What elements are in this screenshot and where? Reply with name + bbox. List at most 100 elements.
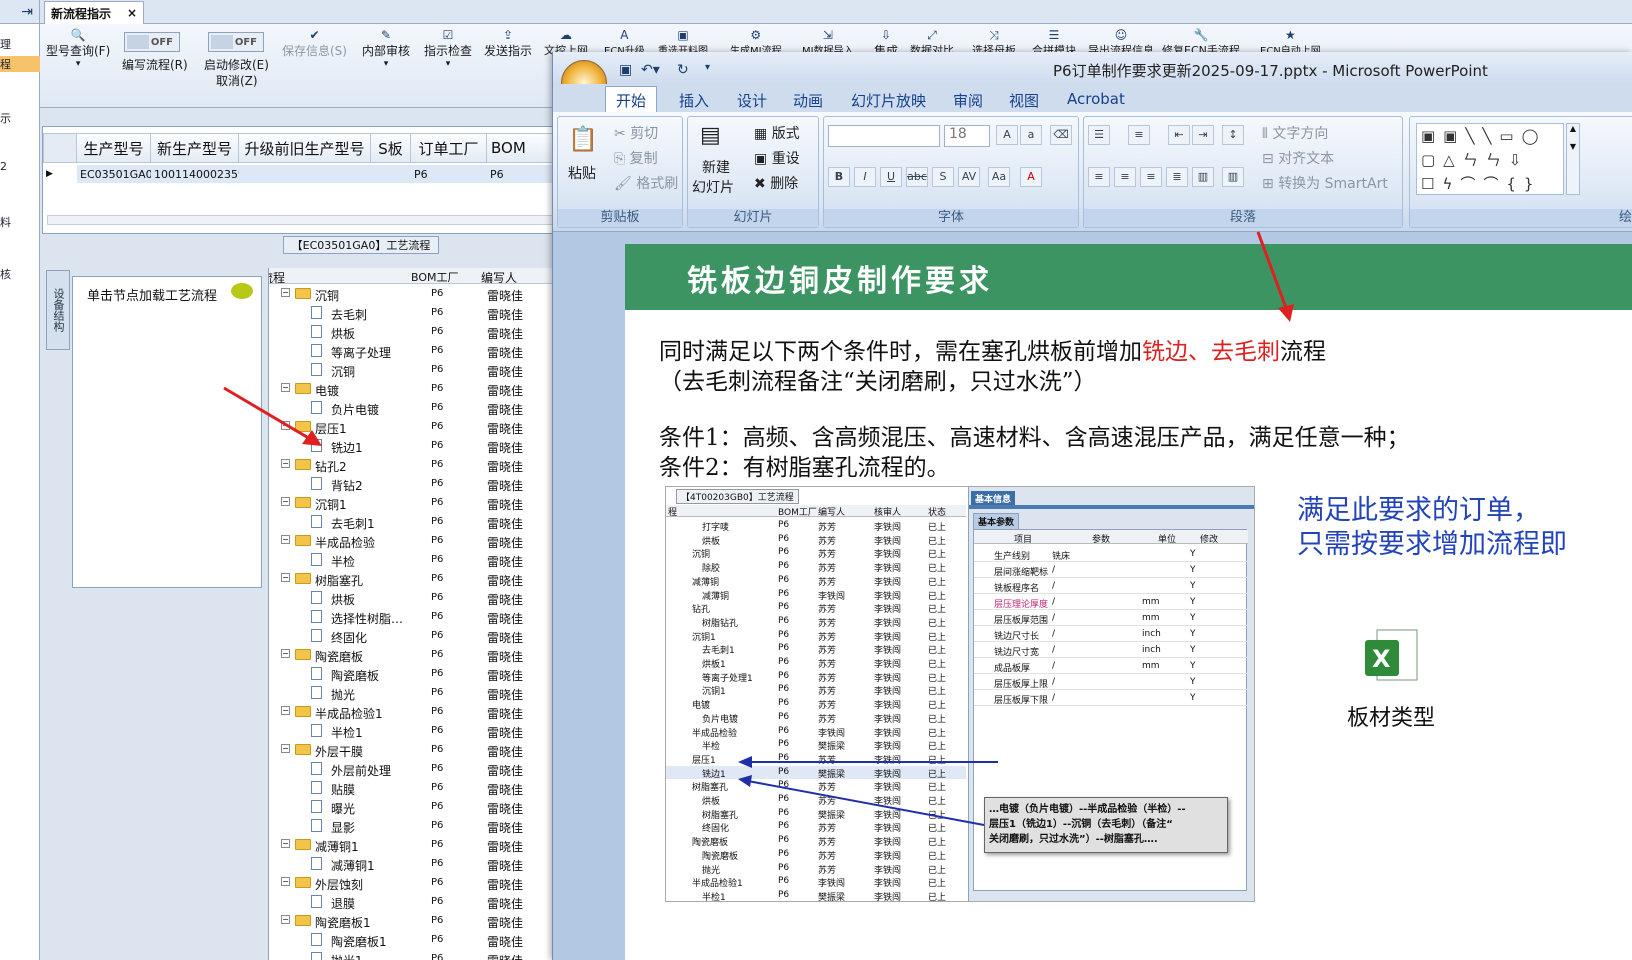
italic-icon[interactable]: I	[854, 167, 876, 187]
grid-cell[interactable]: EC03501GA0	[77, 165, 153, 183]
tree-row[interactable]: 烘板 P6 雷晓佳	[269, 588, 552, 607]
shapes-gallery[interactable]: ▣▣╲╲▭◯ ▢△ㄣㄣ⇩ ☐ϟ⌒⌒{}	[1416, 123, 1564, 195]
grid-cell[interactable]: 10011400023599	[151, 165, 252, 183]
distribute-icon[interactable]: ▥	[1192, 167, 1214, 187]
tree-row[interactable]: − 减薄铜1 P6 雷晓佳	[269, 835, 552, 854]
justify-icon[interactable]: ≣	[1166, 167, 1188, 187]
cut-button[interactable]: ✂ 剪切	[614, 123, 658, 143]
query-button[interactable]: 🔍 型号查询(F) ▾	[46, 28, 110, 69]
redo-icon[interactable]: ↻	[677, 62, 689, 78]
font-size-input[interactable]: 18	[944, 125, 990, 147]
tree-row[interactable]: 背钻2 P6 雷晓佳	[269, 474, 552, 493]
grid-cell[interactable]	[239, 165, 371, 183]
case-icon[interactable]: Aa	[988, 167, 1010, 187]
bullets-icon[interactable]: ☰	[1088, 125, 1110, 145]
collapse-icon[interactable]: −	[281, 839, 290, 848]
tab-insert[interactable]: 插入	[679, 90, 709, 111]
side-tab-structure[interactable]: 设备结构	[46, 270, 70, 350]
tab-view[interactable]: 视图	[1009, 90, 1039, 111]
customize-icon[interactable]: ▾	[705, 62, 710, 73]
columns-icon[interactable]: ▥	[1222, 167, 1244, 187]
grid-header[interactable]: S板	[371, 133, 411, 163]
horizontal-scrollbar[interactable]	[47, 215, 555, 225]
tab-design[interactable]: 设计	[737, 90, 767, 111]
tree-row[interactable]: − 陶瓷磨板1 P6 雷晓佳	[269, 911, 552, 930]
collapse-icon[interactable]: −	[281, 459, 290, 468]
tab-home[interactable]: 开始	[605, 86, 658, 112]
grow-font-icon[interactable]: A	[996, 125, 1018, 145]
shrink-font-icon[interactable]: a	[1020, 125, 1042, 145]
rail-item[interactable]: 示	[0, 110, 11, 126]
tree-row[interactable]: − 半成品检验 P6 雷晓佳	[269, 531, 552, 550]
bold-icon[interactable]: B	[828, 167, 850, 187]
collapse-icon[interactable]: −	[281, 915, 290, 924]
tree-row[interactable]: 选择性树脂… P6 雷晓佳	[269, 607, 552, 626]
rail-item[interactable]: 料	[0, 214, 11, 230]
tree-row[interactable]: − 外层干膜 P6 雷晓佳	[269, 740, 552, 759]
tree-row[interactable]: − 树脂塞孔 P6 雷晓佳	[269, 569, 552, 588]
grid-cell[interactable]: P6	[411, 165, 487, 183]
tree-row[interactable]: 陶瓷磨板 P6 雷晓佳	[269, 664, 552, 683]
font-color-icon[interactable]: A	[1020, 167, 1042, 187]
excel-file-icon[interactable]: X	[1363, 628, 1419, 688]
font-name-input[interactable]	[828, 125, 940, 147]
tab-acrobat[interactable]: Acrobat	[1067, 90, 1125, 108]
rail-item[interactable]: 核	[0, 266, 11, 282]
tree-row[interactable]: − 外层蚀刻 P6 雷晓佳	[269, 873, 552, 892]
collapse-icon[interactable]: −	[281, 706, 290, 715]
new-slide-button[interactable]: 新建	[702, 157, 730, 177]
grid-header[interactable]: 订单工厂	[411, 133, 487, 163]
align-left-icon[interactable]: ≡	[1088, 167, 1110, 187]
strikethrough-icon[interactable]: abc	[906, 167, 928, 187]
clear-format-icon[interactable]: ⌫	[1050, 125, 1072, 145]
text-direction-button[interactable]: ⫴ 文字方向	[1262, 123, 1328, 143]
grid-header[interactable]: 升级前旧生产型号	[239, 133, 371, 163]
tab-new-flow[interactable]: 新流程指示 ×	[44, 1, 144, 24]
decrease-indent-icon[interactable]: ⇤	[1168, 125, 1190, 145]
tree-row[interactable]: − 沉铜1 P6 雷晓佳	[269, 493, 552, 512]
tab-animation[interactable]: 动画	[793, 90, 823, 111]
collapse-icon[interactable]: −	[281, 877, 290, 886]
tree-row[interactable]: 退膜 P6 雷晓佳	[269, 892, 552, 911]
collapse-icon[interactable]: −	[281, 649, 290, 658]
shapes-scroll[interactable]: ▲ ▼	[1566, 123, 1580, 195]
reset-button[interactable]: ▣ 重设	[754, 148, 800, 168]
smartart-button[interactable]: ⊞ 转换为 SmartArt	[1262, 173, 1388, 193]
increase-indent-icon[interactable]: ⇥	[1192, 125, 1214, 145]
send-button[interactable]: ⇪ 发送指示	[484, 28, 532, 59]
new-slide-icon[interactable]: ▤	[700, 123, 721, 148]
spacing-icon[interactable]: AV	[958, 167, 980, 187]
collapse-icon[interactable]: −	[281, 497, 290, 506]
tab-slideshow[interactable]: 幻灯片放映	[851, 90, 926, 111]
new-slide-button-2[interactable]: 幻灯片	[692, 177, 734, 197]
tree-row[interactable]: 沉铜 P6 雷晓佳	[269, 360, 552, 379]
tree-row[interactable]: 减薄铜1 P6 雷晓佳	[269, 854, 552, 873]
tree-row[interactable]: 抛光1 P6 雷晓佳	[269, 949, 552, 960]
shadow-icon[interactable]: S	[932, 167, 954, 187]
paste-button[interactable]: 粘贴	[568, 163, 596, 183]
collapse-icon[interactable]: −	[281, 288, 290, 297]
tree-row[interactable]: 曝光 P6 雷晓佳	[269, 797, 552, 816]
internal-review-button[interactable]: ✎ 内部审核 ▾	[362, 28, 410, 69]
logout-icon[interactable]: ⇥	[0, 0, 39, 24]
tree-row[interactable]: 半检1 P6 雷晓佳	[269, 721, 552, 740]
line-spacing-icon[interactable]: ↕	[1222, 125, 1244, 145]
check-button[interactable]: ☑ 指示检查 ▾	[424, 28, 472, 69]
format-painter-button[interactable]: 🖌 格式刷	[614, 173, 678, 193]
tree-row[interactable]: 陶瓷磨板1 P6 雷晓佳	[269, 930, 552, 949]
rail-item[interactable]: 2	[0, 160, 7, 173]
rail-item[interactable]: 理	[0, 36, 11, 52]
underline-icon[interactable]: U	[880, 167, 902, 187]
save-button[interactable]: ✔ 保存信息(S)	[282, 28, 347, 59]
tree-row[interactable]: 等离子处理 P6 雷晓佳	[269, 341, 552, 360]
align-center-icon[interactable]: ≡	[1114, 167, 1136, 187]
tab-review[interactable]: 审阅	[953, 90, 983, 111]
tree-row[interactable]: 终固化 P6 雷晓佳	[269, 626, 552, 645]
enable-edit-toggle[interactable]: OFF	[208, 32, 264, 52]
grid-cell[interactable]	[371, 165, 411, 183]
cancel-button[interactable]: 取消(Z)	[216, 72, 258, 89]
paste-icon[interactable]: 📋	[568, 125, 598, 153]
tree-row[interactable]: 去毛刺1 P6 雷晓佳	[269, 512, 552, 531]
tree-row[interactable]: − 沉铜 P6 雷晓佳	[269, 284, 552, 303]
delete-slide-button[interactable]: ✖ 删除	[754, 173, 798, 193]
